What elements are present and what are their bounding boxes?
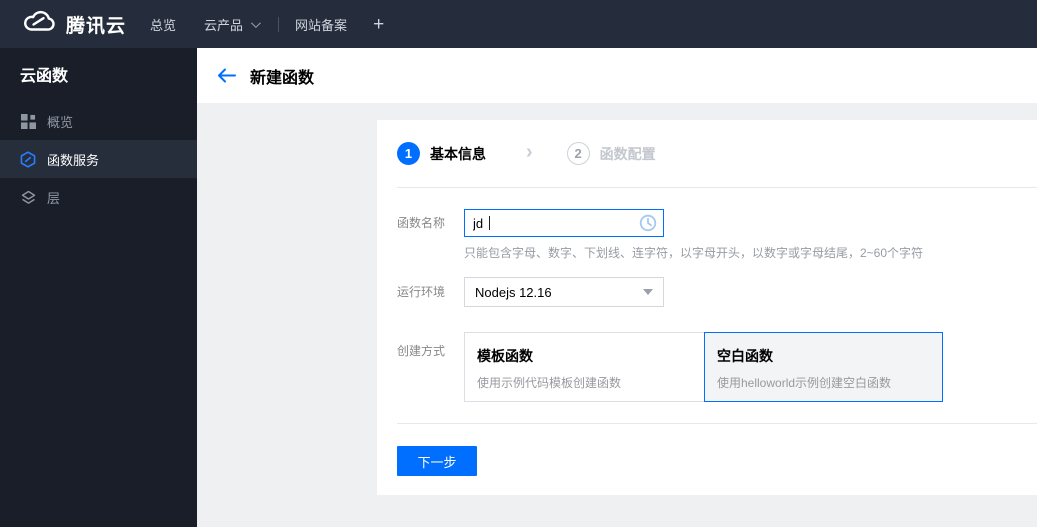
chevron-down-icon <box>251 17 261 28</box>
topbar: 腾讯云 总览 云产品 网站备案 + <box>0 0 1037 48</box>
nav-cloud-products[interactable]: 云产品 <box>204 15 261 34</box>
sidebar-item-label: 概览 <box>47 114 74 130</box>
nav-divider <box>278 16 280 32</box>
creation-method-options: 模板函数 使用示例代码模板创建函数 空白函数 使用helloworld示例创建空… <box>464 332 943 402</box>
runtime-selected-value: Nodejs 12.16 <box>475 284 552 300</box>
sidebar-item-overview[interactable]: 概览 <box>0 102 197 140</box>
option-description: 使用helloworld示例创建空白函数 <box>717 376 892 390</box>
grid-icon <box>20 113 36 129</box>
option-template-function[interactable]: 模板函数 使用示例代码模板创建函数 <box>464 332 704 402</box>
next-step-button[interactable]: 下一步 <box>397 446 477 476</box>
sidebar-menu: 概览 函数服务 层 <box>0 102 197 216</box>
nav-overview-label: 总览 <box>150 17 177 33</box>
content-area: 1 基本信息 › 2 函数配置 函数名称 jd 只能包含字母、数字、下划线、连字… <box>197 103 1037 527</box>
dropdown-caret-icon <box>643 289 653 295</box>
step-label: 基本信息 <box>430 145 486 162</box>
function-name-label: 函数名称 <box>397 216 446 230</box>
sidebar: 云函数 概览 函数服务 层 <box>0 48 197 527</box>
text-cursor <box>489 216 490 230</box>
step-basic-info: 1 基本信息 <box>397 142 486 165</box>
sidebar-item-label: 层 <box>47 190 61 206</box>
nav-overview[interactable]: 总览 <box>150 15 176 34</box>
option-description: 使用示例代码模板创建函数 <box>477 376 622 390</box>
cloud-logo-icon <box>22 10 56 38</box>
form-row-creation-method: 创建方式 模板函数 使用示例代码模板创建函数 空白函数 使用helloworld… <box>397 332 1037 402</box>
step-function-config: 2 函数配置 <box>566 142 656 165</box>
nav-icp-filing[interactable]: 网站备案 <box>295 15 347 34</box>
step-label: 函数配置 <box>599 145 656 162</box>
sidebar-title: 云函数 <box>20 68 69 85</box>
scf-hexagon-icon <box>20 150 36 168</box>
layers-icon <box>20 189 36 205</box>
runtime-select[interactable]: Nodejs 12.16 <box>464 277 664 307</box>
runtime-label: 运行环境 <box>397 285 446 299</box>
function-name-helper-text: 只能包含字母、数字、下划线、连字符，以字母开头，以数字或字母结尾，2~60个字符 <box>464 246 924 260</box>
option-title: 模板函数 <box>477 348 533 364</box>
step-indicator: 1 基本信息 › 2 函数配置 <box>377 120 1037 187</box>
footer-divider <box>397 423 1037 424</box>
sidebar-item-label: 函数服务 <box>47 152 100 168</box>
step-number: 2 <box>566 142 590 165</box>
form-row-runtime: 运行环境 Nodejs 12.16 <box>397 277 1037 307</box>
nav-icp-filing-label: 网站备案 <box>295 17 348 33</box>
step-chevron-icon: › <box>526 141 533 163</box>
sidebar-item-layers[interactable]: 层 <box>0 178 197 216</box>
option-blank-function[interactable]: 空白函数 使用helloworld示例创建空白函数 <box>704 332 943 402</box>
basic-info-form: 函数名称 只能包含字母、数字、下划线、 <box>377 209 1037 402</box>
add-tab-button[interactable]: + <box>373 15 384 34</box>
function-name-input[interactable] <box>464 209 664 237</box>
nav-cloud-products-label: 云产品 <box>204 17 244 33</box>
creation-method-label: 创建方式 <box>397 344 446 358</box>
wizard-card: 1 基本信息 › 2 函数配置 函数名称 jd 只能包含字母、数字、下划线、连字… <box>377 120 1037 495</box>
arrow-left-icon <box>218 68 236 83</box>
function-name-field: 只能包含字母、数字、下划线、连字符，以字母开头，以数字或字母结尾，2~60个字符 <box>464 209 923 261</box>
sidebar-item-function-service[interactable]: 函数服务 <box>0 140 197 178</box>
topbar-nav: 总览 云产品 网站备案 + <box>150 15 384 34</box>
form-row-function-name: 函数名称 只能包含字母、数字、下划线、 <box>397 209 1037 261</box>
tencent-cloud-logo[interactable]: 腾讯云 <box>22 10 126 38</box>
option-title: 空白函数 <box>717 348 773 364</box>
steps-divider <box>397 187 1037 188</box>
brand-name: 腾讯云 <box>66 15 127 37</box>
tencent-cloud-console: 腾讯云 总览 云产品 网站备案 + 云函数 概览 函数服务 层 新建函数 1 基… <box>0 0 1037 527</box>
step-number: 1 <box>397 142 420 165</box>
back-button[interactable] <box>217 68 236 83</box>
page-title: 新建函数 <box>250 69 315 87</box>
function-name-input-wrap <box>464 209 664 237</box>
clock-icon[interactable] <box>639 214 657 237</box>
page-header: 新建函数 <box>197 48 1037 103</box>
